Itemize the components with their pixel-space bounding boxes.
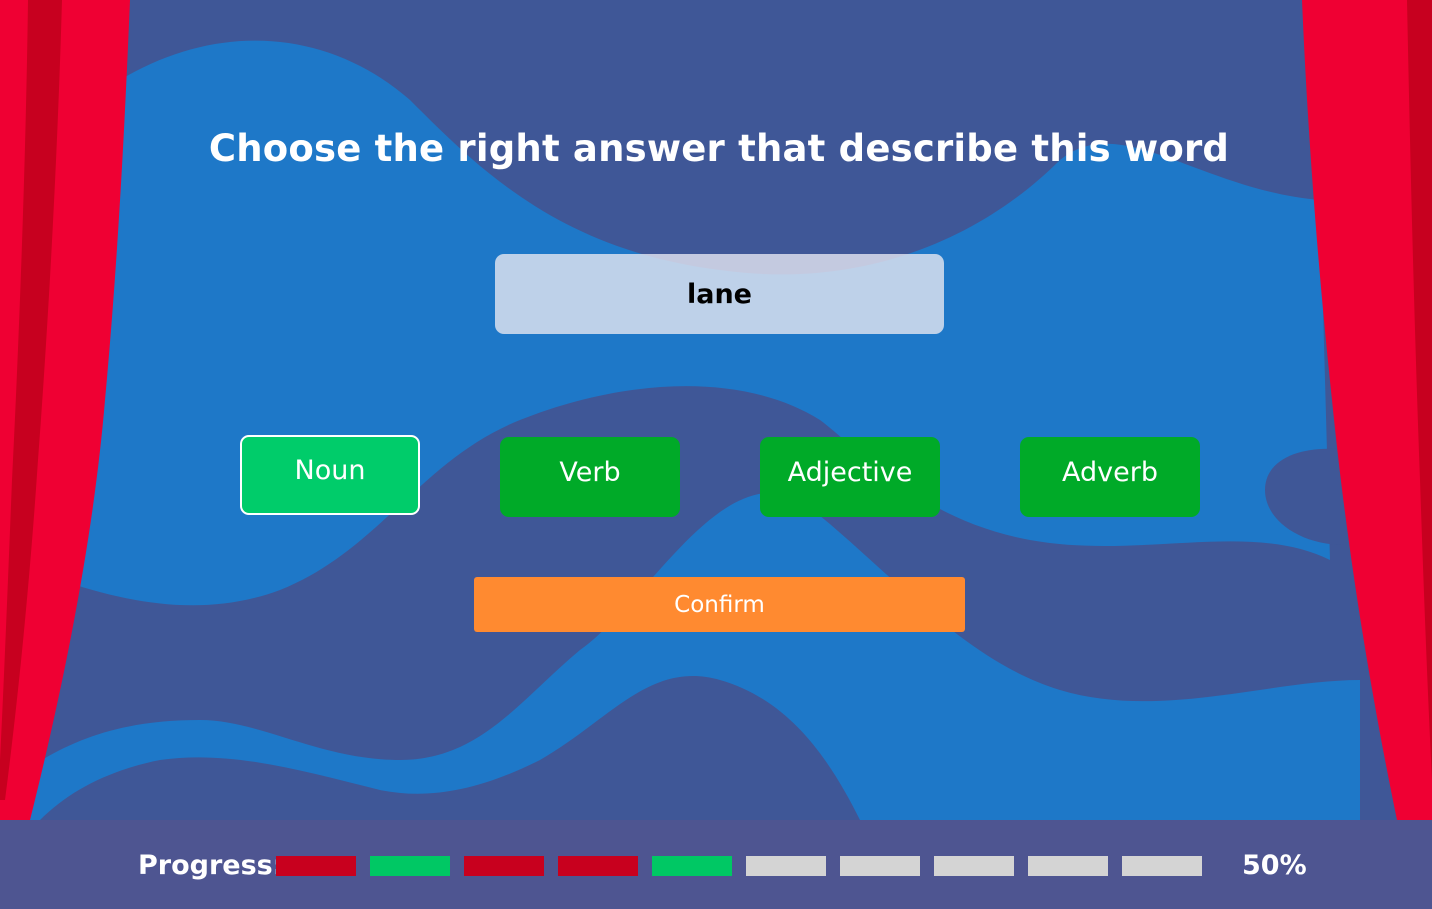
progress-segment-correct <box>370 856 450 876</box>
question-prompt: Choose the right answer that describe th… <box>208 127 1230 170</box>
option-noun-button[interactable]: Noun <box>240 435 420 515</box>
progress-percent: 50% <box>1242 850 1307 881</box>
background-waves <box>0 40 1360 820</box>
progress-segment-pending <box>840 856 920 876</box>
progress-segment-pending <box>746 856 826 876</box>
progress-label: Progress: <box>138 850 284 881</box>
progress-segment-pending <box>1122 856 1202 876</box>
confirm-button[interactable]: Confirm <box>474 577 965 632</box>
option-adverb-button[interactable]: Adverb <box>1020 437 1200 517</box>
progress-segment-wrong <box>276 856 356 876</box>
target-word: lane <box>686 278 752 310</box>
progress-segment-correct <box>652 856 732 876</box>
option-verb-button[interactable]: Verb <box>500 437 680 517</box>
right-curtain <box>1302 0 1432 820</box>
option-adjective-button[interactable]: Adjective <box>760 437 940 517</box>
progress-segment-pending <box>1028 856 1108 876</box>
progress-segment-wrong <box>464 856 544 876</box>
progress-segment-pending <box>934 856 1014 876</box>
progress-segments <box>276 856 1202 876</box>
progress-segment-wrong <box>558 856 638 876</box>
game-stage: Choose the right answer that describe th… <box>0 0 1432 820</box>
target-word-box: lane <box>495 254 944 334</box>
left-curtain <box>0 0 130 820</box>
